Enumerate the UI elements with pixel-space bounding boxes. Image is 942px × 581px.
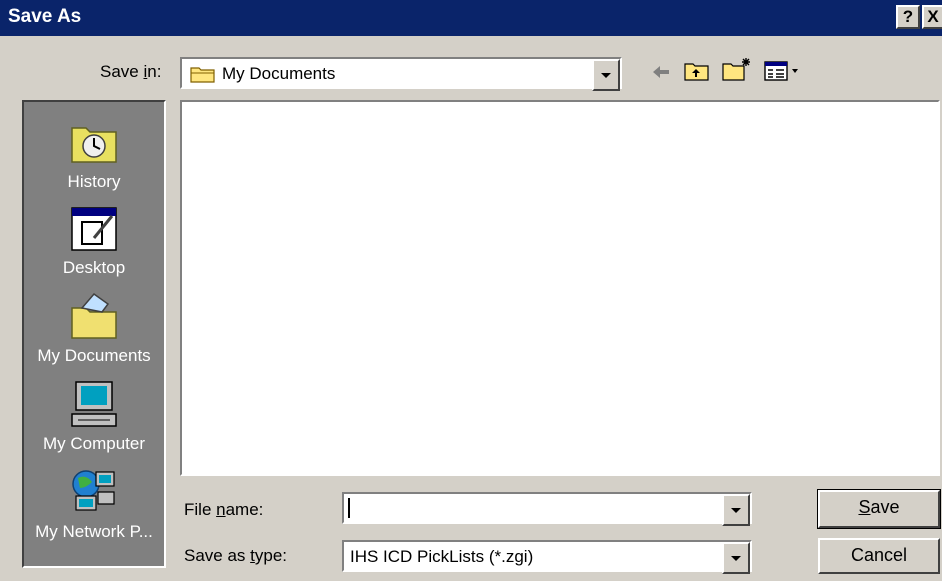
save-as-type-dropdown-button[interactable] <box>722 542 750 574</box>
save-in-value: My Documents <box>222 64 336 83</box>
places-desktop[interactable]: Desktop <box>24 202 164 278</box>
file-name-input[interactable] <box>342 492 752 526</box>
save-in-label: Save in: <box>100 62 162 81</box>
save-in-dropdown-button[interactable] <box>592 59 620 91</box>
file-name-dropdown-button[interactable] <box>722 494 750 526</box>
save-as-type-value: IHS ICD PickLists (*.zgi) <box>350 547 534 566</box>
places-my-documents[interactable]: My Documents <box>24 290 164 366</box>
my-network-places-icon <box>72 470 115 511</box>
places-history[interactable]: History <box>24 116 164 192</box>
title-bar[interactable]: Save As ? X <box>0 0 942 36</box>
help-button[interactable]: ? <box>896 5 920 29</box>
save-as-type-label: Save as type: <box>184 546 288 565</box>
save-in-dropdown[interactable]: My Documents <box>180 57 622 91</box>
view-menu-icon[interactable] <box>764 60 804 82</box>
places-my-network[interactable]: My Network P... <box>24 466 164 542</box>
up-one-level-icon[interactable] <box>684 60 710 82</box>
places-my-computer[interactable]: My Computer <box>24 378 164 454</box>
history-icon <box>71 127 117 163</box>
desktop-icon <box>71 207 117 251</box>
my-documents-icon <box>71 292 117 339</box>
file-name-label: File name: <box>184 500 264 519</box>
text-cursor <box>348 498 350 518</box>
folder-icon <box>190 67 215 83</box>
close-button[interactable]: X <box>922 5 942 29</box>
file-list-area[interactable] <box>180 100 940 476</box>
window-title: Save As <box>8 6 82 27</box>
places-bar: History Desktop My Documents My Computer <box>22 100 166 568</box>
save-as-type-dropdown[interactable]: IHS ICD PickLists (*.zgi) <box>342 540 752 574</box>
back-arrow-icon[interactable] <box>650 62 672 82</box>
new-folder-icon[interactable] <box>722 56 752 82</box>
cancel-button[interactable]: Cancel <box>818 538 940 574</box>
save-button[interactable]: Save <box>817 489 941 529</box>
my-computer-icon <box>71 381 117 427</box>
